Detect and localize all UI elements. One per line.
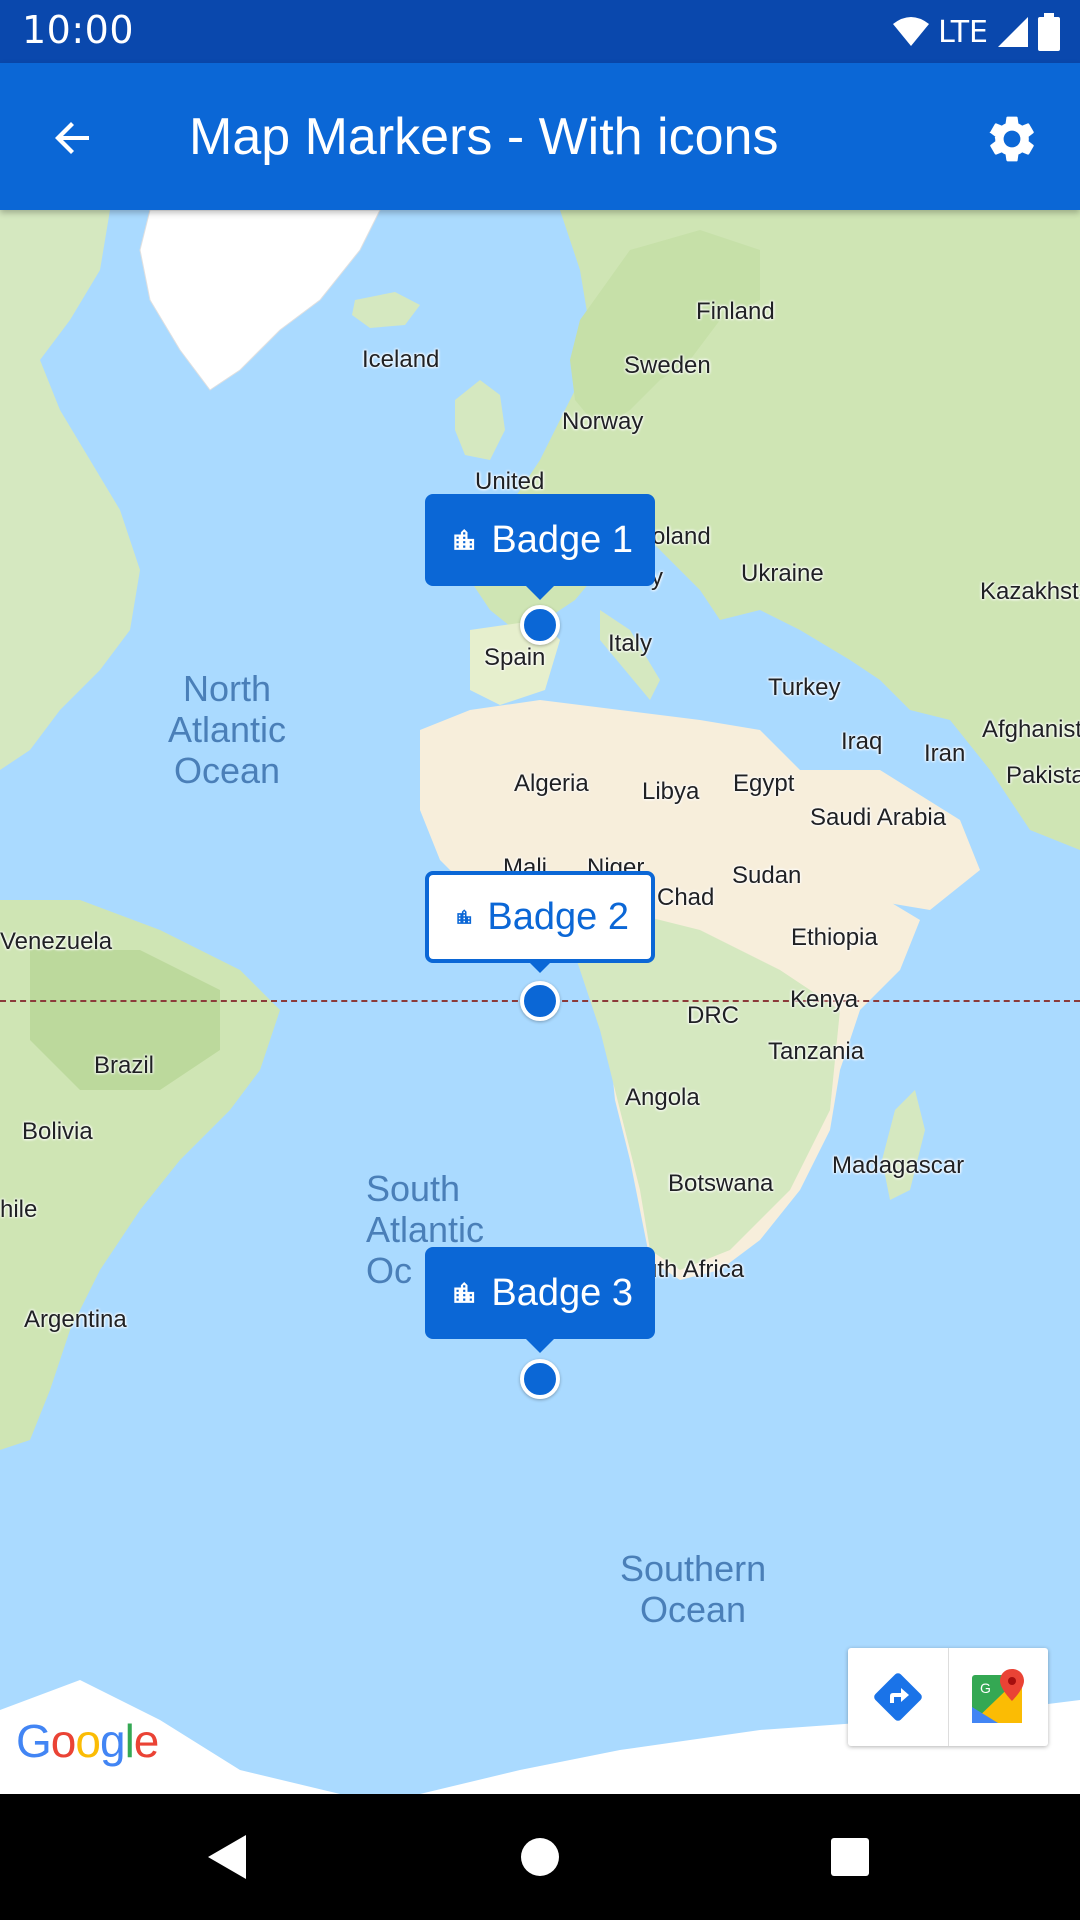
ocean-label: North Atlantic Ocean [168, 668, 287, 791]
map-label: hile [0, 1196, 38, 1223]
open-in-maps-button[interactable]: G [947, 1648, 1049, 1746]
nav-back-button[interactable] [193, 1824, 259, 1890]
map-label: Chad [657, 884, 715, 911]
nav-home-button[interactable] [507, 1824, 573, 1890]
status-time: 10:00 [22, 8, 135, 52]
marker-tail [526, 959, 554, 973]
map-label: Turkey [768, 674, 841, 701]
map-label: Angola [625, 1084, 700, 1111]
battery-icon [1038, 13, 1060, 51]
marker-label: Badge 2 [487, 895, 629, 938]
marker-pin-3[interactable] [520, 1359, 560, 1399]
map-label: Argentina [24, 1306, 127, 1333]
nav-recents-icon [831, 1838, 869, 1876]
wifi-icon [893, 17, 930, 46]
marker-label: Badge 3 [491, 1271, 633, 1314]
map-label: Finland [696, 298, 775, 325]
app-bar: Map Markers - With icons [0, 63, 1080, 210]
map-label: DRC [687, 1002, 739, 1029]
map-label: Kazakhsta [980, 578, 1080, 605]
google-maps-icon: G [972, 1669, 1025, 1723]
marker-label: Badge 1 [491, 518, 633, 561]
directions-icon [873, 1673, 922, 1721]
map-label: Libya [642, 778, 700, 805]
gear-icon [989, 116, 1034, 162]
map-label: Brazil [94, 1052, 155, 1079]
ocean-label: Southern Ocean [620, 1548, 767, 1630]
map-label: Norway [562, 408, 644, 435]
map-label: Venezuela [0, 928, 113, 955]
map-label: Kenya [790, 986, 859, 1013]
map-label: Algeria [514, 770, 589, 797]
network-type: LTE [938, 14, 988, 50]
map-label: Iraq [841, 728, 883, 755]
map-label: Tanzania [768, 1038, 865, 1065]
nav-recents-button[interactable] [817, 1824, 883, 1890]
map-label: Pakista [1006, 762, 1080, 789]
map-label: Botswana [668, 1170, 774, 1197]
map-label: oland [652, 523, 711, 550]
map-label: Sudan [732, 862, 802, 889]
google-logo: Google [16, 1715, 159, 1767]
map-label: Iceland [362, 346, 440, 373]
building-icon [454, 528, 475, 550]
svg-text:G: G [980, 1680, 991, 1696]
map-label: Iran [924, 740, 966, 767]
marker-tail [526, 1339, 554, 1353]
marker-pin-2[interactable] [520, 981, 560, 1021]
map-label: United [475, 468, 545, 495]
building-icon [457, 909, 472, 924]
map-label: Spain [484, 644, 546, 671]
building-icon [454, 1281, 475, 1303]
map-label: Egypt [733, 770, 795, 797]
map-label: Sweden [624, 352, 711, 379]
map-label: Ethiopia [791, 924, 878, 951]
map-label: uth Africa [644, 1256, 745, 1283]
back-button[interactable] [38, 103, 108, 173]
map-label: Bolivia [22, 1118, 93, 1145]
status-icons: LTE [892, 10, 1060, 54]
map-label: Saudi Arabia [810, 804, 947, 831]
arrow-back-icon [55, 122, 89, 154]
signal-icon [998, 17, 1028, 47]
marker-badge-2[interactable]: Badge 2 [425, 871, 655, 973]
settings-button[interactable] [974, 101, 1050, 177]
map-label: Italy [608, 630, 653, 657]
marker-badge-3[interactable]: Badge 3 [425, 1247, 655, 1353]
map-view[interactable]: Iceland Finland Sweden Norway United ola… [0, 210, 1080, 1794]
page-title: Map Markers - With icons [189, 108, 779, 166]
directions-button[interactable] [848, 1648, 948, 1746]
marker-badge-1[interactable]: Badge 1 [425, 494, 655, 600]
map-label: Afghanist [982, 716, 1080, 743]
nav-home-icon [521, 1838, 559, 1876]
map-label: Ukraine [741, 560, 824, 587]
map-label: Madagascar [832, 1152, 965, 1179]
marker-tail [526, 586, 554, 600]
nav-back-icon [208, 1835, 246, 1879]
map-toolbar: G [848, 1648, 1048, 1746]
marker-pin-1[interactable] [520, 605, 560, 645]
status-bar: 10:00 LTE [0, 0, 1080, 63]
system-nav-bar [0, 1794, 1080, 1920]
